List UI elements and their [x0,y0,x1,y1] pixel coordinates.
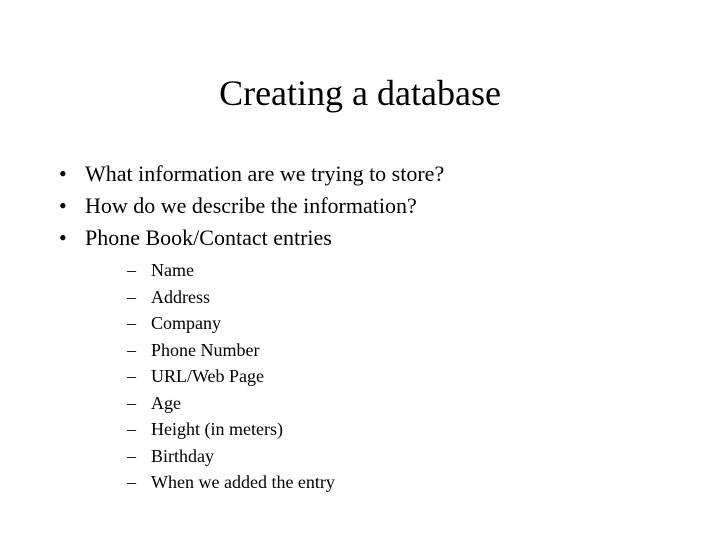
list-item-label: When we added the entry [151,472,335,492]
list-item: – Name [85,257,674,284]
list-item-label: Height (in meters) [151,419,283,439]
bullet-dash-icon: – [127,392,136,413]
list-item-label: Phone Number [151,339,260,360]
list-item-label: Company [151,313,221,333]
list-item: – Height (in meters) [85,416,674,443]
list-item: – Birthday [85,443,674,470]
list-item: • Phone Book/Contact entries – Name – Ad… [54,222,674,496]
list-item-label: Age [151,392,181,413]
bullet-dash-icon: – [127,445,136,466]
list-item: • What information are we trying to stor… [54,158,674,190]
bullet-list-level1: • What information are we trying to stor… [54,158,674,496]
bullet-dash-icon: – [127,419,136,439]
bullet-dash-icon: – [127,472,136,492]
list-item-label: Address [151,286,210,307]
list-item-label: URL/Web Page [151,366,265,386]
list-item-label: Phone Book/Contact entries [85,225,332,250]
list-item: – Address [85,284,674,311]
bullet-dot-icon: • [59,193,67,218]
list-item: – Company [85,310,674,337]
list-item: – Phone Number [85,337,674,364]
slide-body: • What information are we trying to stor… [54,158,674,496]
slide-canvas: Creating a database • What information a… [0,0,720,540]
list-item-label: How do we describe the information? [85,193,417,218]
bullet-dash-icon: – [127,313,136,333]
list-item: – Age [85,390,674,417]
bullet-dash-icon: – [127,286,136,307]
list-item: • How do we describe the information? [54,190,674,222]
bullet-list-level2: – Name – Address – Company – Phone Numbe… [85,257,674,496]
list-item-label: What information are we trying to store? [85,161,445,186]
list-item: – When we added the entry [85,469,674,496]
bullet-dash-icon: – [127,260,136,280]
bullet-dash-icon: – [127,366,136,386]
list-item-label: Name [151,260,194,280]
bullet-dot-icon: • [59,225,67,250]
bullet-dash-icon: – [127,339,136,360]
page-title: Creating a database [219,73,501,113]
bullet-dot-icon: • [59,161,67,186]
list-item-label: Birthday [151,445,214,466]
list-item: – URL/Web Page [85,363,674,390]
